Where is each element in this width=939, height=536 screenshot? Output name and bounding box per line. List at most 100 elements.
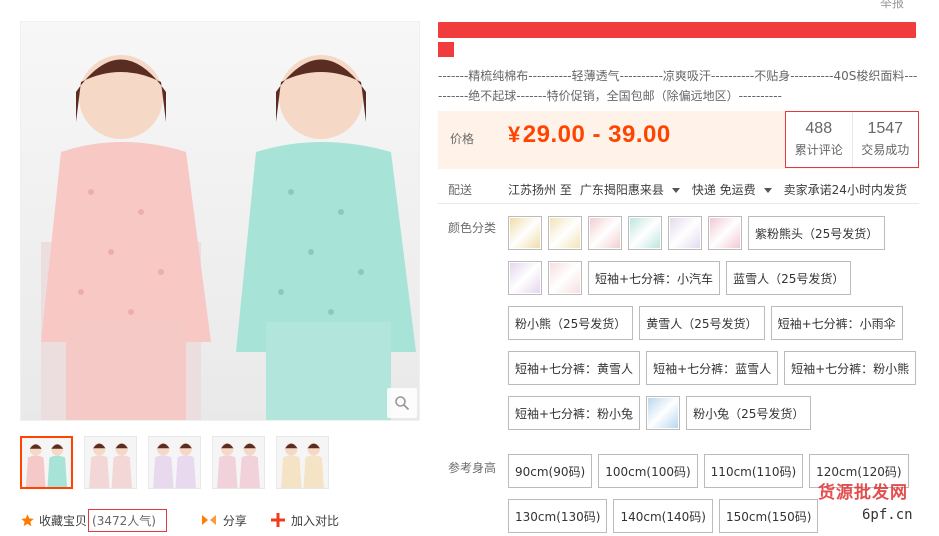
shipping-method-select[interactable]: 快递 免运费 [692, 181, 784, 198]
price-range: 29.00 - 39.00 [522, 121, 671, 148]
reviews-count: 488 [805, 120, 833, 137]
color-option[interactable]: 粉小熊（25号发货） [508, 306, 634, 340]
favorite-button[interactable]: 收藏宝贝 [20, 512, 87, 529]
magnifier-icon [395, 396, 410, 411]
share-icon [201, 515, 216, 525]
color-option[interactable]: 短袖+七分裤：蓝雪人 [646, 351, 779, 385]
compare-button[interactable]: 加入对比 [270, 512, 339, 529]
reviews-label: 累计评论 [794, 143, 843, 157]
size-option-label: 110cm(110码) [710, 464, 797, 479]
color-options: 紫粉熊头（25号发货） 短袖+七分裤：小汽车 蓝雪人（25号发货） 粉小熊（25号发货… [508, 216, 928, 441]
size-label: 参考身高 [448, 461, 497, 475]
favorite-label: 收藏宝贝 [39, 513, 88, 528]
size-option[interactable]: 140cm(140码) [613, 499, 713, 533]
destination-select[interactable]: 广东揭阳惠来县 [580, 181, 692, 198]
thumbnail-image [277, 437, 328, 488]
size-option[interactable]: 90cm(90码) [508, 454, 593, 488]
star-icon [21, 513, 34, 526]
color-option-label: 粉小熊（25号发货） [515, 316, 627, 331]
swatch-image [510, 218, 540, 248]
price-label: 价格 [450, 132, 475, 146]
product-photo [21, 22, 419, 420]
popularity-count: (3472人气) [88, 508, 167, 532]
thumbnail[interactable] [20, 436, 73, 489]
color-swatch[interactable] [508, 261, 542, 295]
watermark-domain: 6pf.cn [862, 507, 913, 523]
thumbnail[interactable] [276, 436, 329, 489]
size-option[interactable]: 100cm(100码) [598, 454, 698, 488]
color-option[interactable]: 短袖+七分裤：小雨伞 [770, 306, 903, 340]
zoom-button[interactable] [387, 388, 417, 418]
thumbnail[interactable] [212, 436, 265, 489]
color-option[interactable]: 短袖+七分裤：小汽车 [588, 261, 721, 295]
deals-count: 1547 [867, 120, 904, 137]
size-option-label: 150cm(150码) [725, 509, 812, 524]
destination-text: 广东揭阳惠来县 [579, 183, 664, 197]
size-option[interactable]: 130cm(130码) [508, 499, 608, 533]
thumbnail-image [22, 438, 71, 487]
color-option-label: 短袖+七分裤：小汽车 [595, 271, 714, 286]
size-option[interactable]: 150cm(150码) [718, 499, 819, 533]
color-option[interactable]: 紫粉熊头（25号发货） [748, 216, 886, 250]
plus-icon [270, 513, 285, 527]
color-swatch[interactable] [588, 216, 622, 250]
color-option-label: 短袖+七分裤：粉小熊 [791, 361, 910, 376]
color-swatch[interactable] [548, 216, 582, 250]
thumbnail-image [85, 437, 136, 488]
color-option-label: 蓝雪人（25号发货） [733, 271, 845, 286]
title-redaction [438, 22, 916, 38]
swatch-image [630, 218, 660, 248]
color-option-label: 短袖+七分裤：蓝雪人 [653, 361, 772, 376]
watermark-brand: 货源批发网 [818, 483, 908, 503]
compare-label: 加入对比 [290, 513, 339, 528]
color-swatch[interactable] [708, 216, 742, 250]
color-option-label: 短袖+七分裤：粉小兔 [515, 406, 634, 421]
sales-stats: 488 累计评论 1547 交易成功 [785, 111, 919, 168]
swatch-image [670, 218, 700, 248]
color-swatch[interactable] [508, 216, 542, 250]
report-link[interactable]: 举报 [880, 0, 904, 11]
color-option-label: 黄雪人（25号发货） [646, 316, 758, 331]
shipping-origin: 江苏扬州 至 [508, 183, 572, 197]
reviews-stat[interactable]: 488 累计评论 [786, 112, 852, 167]
color-option[interactable]: 粉小兔（25号发货） [686, 396, 812, 430]
swatch-image [590, 218, 620, 248]
color-swatch[interactable] [548, 261, 582, 295]
currency-symbol: ¥ [508, 122, 521, 147]
shipping-label: 配送 [448, 183, 473, 197]
size-option-label: 90cm(90码) [515, 464, 586, 479]
deals-label: 交易成功 [861, 143, 910, 157]
share-button[interactable]: 分享 [201, 512, 247, 529]
color-option[interactable]: 短袖+七分裤：黄雪人 [508, 351, 641, 385]
color-swatch[interactable] [646, 396, 681, 430]
shipping-row: 配送 江苏扬州 至 广东揭阳惠来县 快递 免运费 卖家承诺24小时内发货 [438, 176, 919, 204]
color-option[interactable]: 短袖+七分裤：粉小熊 [784, 351, 917, 385]
color-option-label: 短袖+七分裤：黄雪人 [515, 361, 634, 376]
size-option[interactable]: 110cm(110码) [703, 454, 804, 488]
color-swatch[interactable] [628, 216, 662, 250]
color-option-label: 粉小兔（25号发货） [693, 406, 805, 421]
thumbnail-strip [20, 436, 329, 489]
price-value: ¥29.00 - 39.00 [508, 121, 671, 149]
color-swatch[interactable] [668, 216, 702, 250]
product-subtitle: -------精梳纯棉布----------轻薄透气----------凉爽吸汗… [438, 69, 918, 103]
action-bar: 收藏宝贝 (3472人气) 分享 加入对比 [20, 508, 339, 532]
swatch-image [710, 218, 740, 248]
color-option[interactable]: 蓝雪人（25号发货） [726, 261, 852, 295]
deals-stat: 1547 交易成功 [851, 112, 919, 167]
chevron-down-icon [671, 188, 680, 193]
swatch-image [510, 263, 540, 293]
thumbnail-image [149, 437, 200, 488]
size-option-label: 140cm(140码) [620, 509, 706, 524]
swatch-image [550, 218, 580, 248]
share-label: 分享 [222, 513, 247, 528]
color-option[interactable]: 黄雪人（25号发货） [639, 306, 765, 340]
main-product-image [20, 21, 420, 421]
color-option-label: 紫粉熊头（25号发货） [755, 226, 879, 241]
size-option-label: 120cm(120码) [816, 464, 902, 479]
thumbnail[interactable] [84, 436, 137, 489]
thumbnail[interactable] [148, 436, 201, 489]
color-option[interactable]: 短袖+七分裤：粉小兔 [508, 396, 641, 430]
size-option-label: 130cm(130码) [515, 509, 601, 524]
shipping-method-text: 快递 免运费 [691, 183, 756, 197]
